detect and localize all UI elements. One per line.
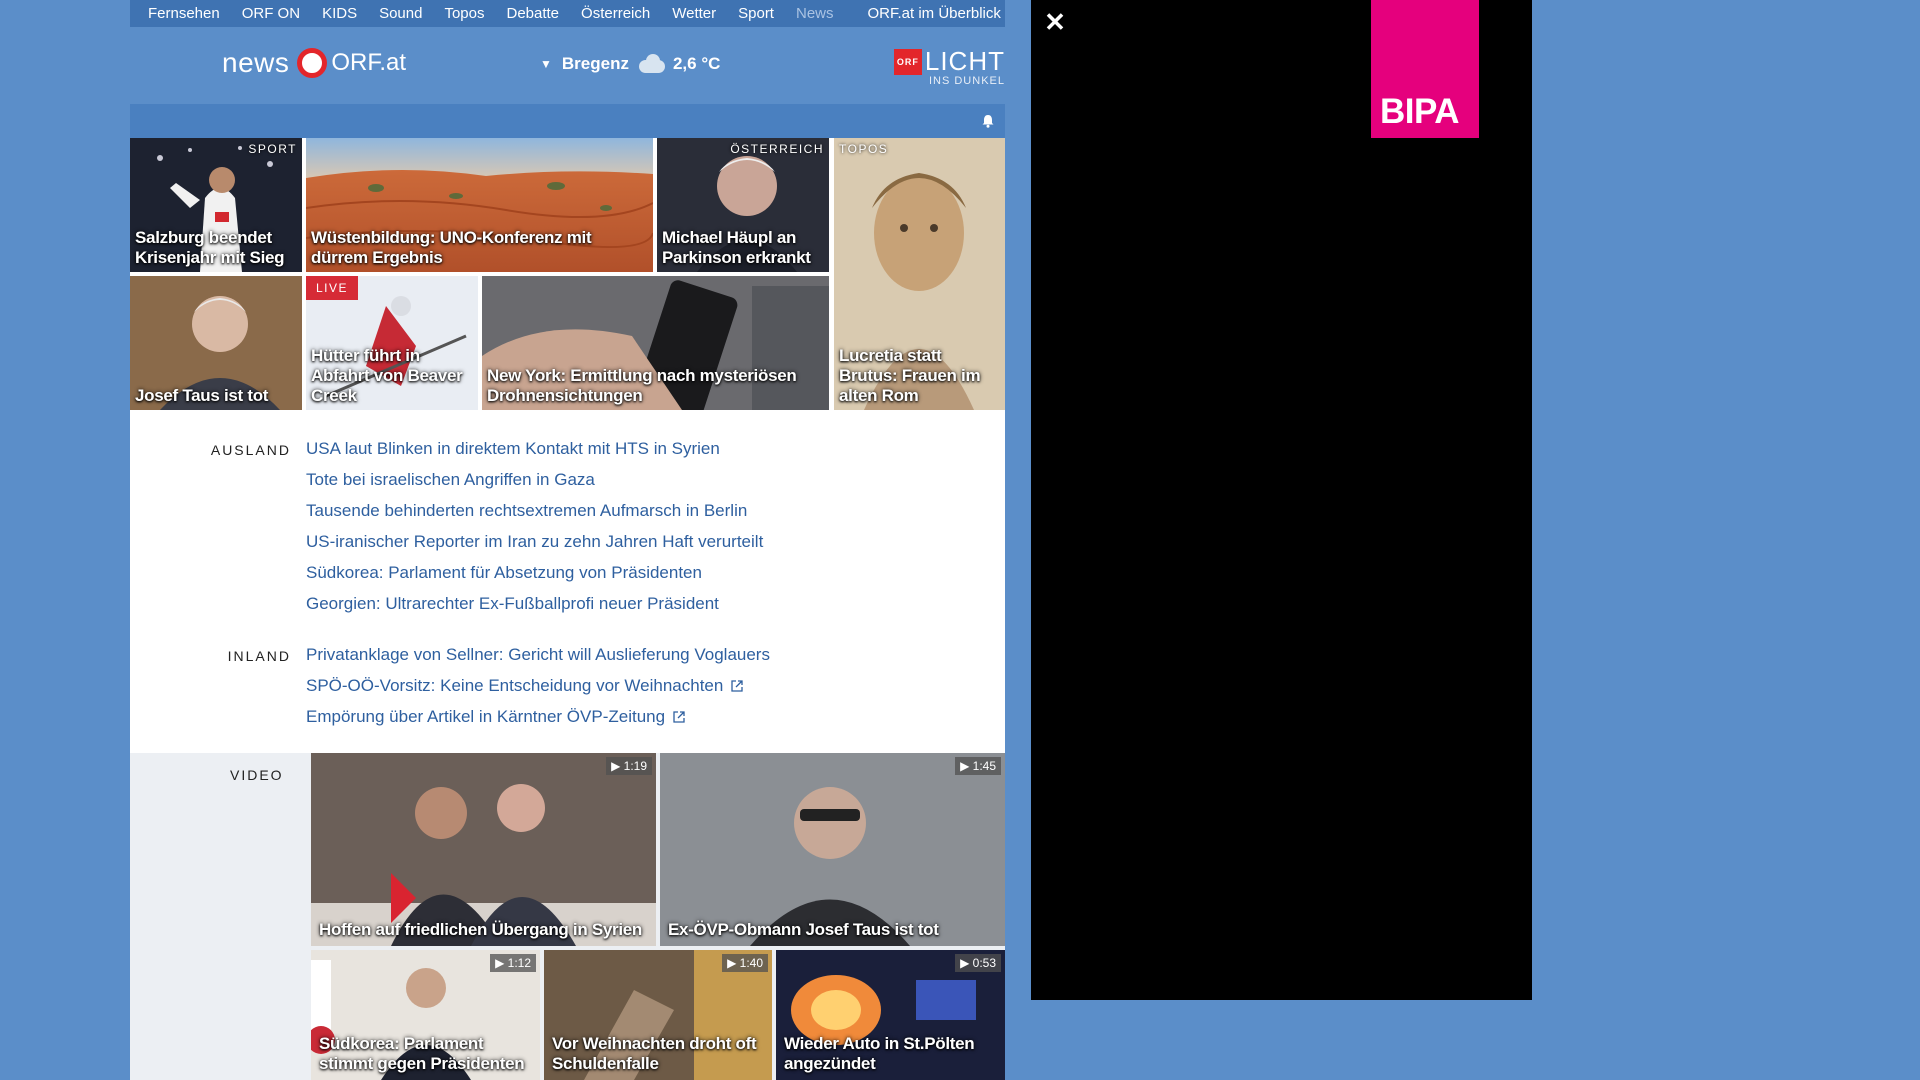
story-tile-huetter[interactable]: LIVE Hütter führt in Abfahrt von Beaver … xyxy=(306,276,478,410)
section-label-inland: INLAND xyxy=(227,648,291,664)
news-orf-logo[interactable]: news ORF.at xyxy=(222,47,406,79)
video-caption: Hoffen auf friedlichen Übergang in Syrie… xyxy=(319,920,643,939)
video-duration: ▶ 1:40 xyxy=(722,954,768,972)
logo-orf-text: ORF.at xyxy=(331,49,407,76)
story-tile-new-york[interactable]: New York: Ermittlung nach mysteriösen Dr… xyxy=(482,276,829,410)
tile-tag: TOPOS xyxy=(839,142,889,156)
tile-caption: Michael Häupl an Parkinson erkrankt xyxy=(662,228,811,267)
tile-tag: ÖSTERREICH xyxy=(730,142,824,156)
story-tile-wuestenbildung[interactable]: Wüstenbildung: UNO-Konferenz mit dürrem … xyxy=(306,138,653,272)
news-link[interactable]: Tote bei israelischen Angriffen in Gaza xyxy=(306,464,763,495)
nav-sound[interactable]: Sound xyxy=(379,5,422,22)
news-link-external[interactable]: SPÖ-OÖ-Vorsitz: Keine Entscheidung vor W… xyxy=(306,670,770,701)
bell-icon[interactable] xyxy=(981,114,995,128)
nav-wetter[interactable]: Wetter xyxy=(672,5,716,22)
story-tile-taus[interactable]: Josef Taus ist tot xyxy=(130,276,302,410)
news-link[interactable]: Tausende behinderten rechtsextremen Aufm… xyxy=(306,495,763,526)
tile-caption: Hütter führt in Abfahrt von Beaver Creek xyxy=(311,346,463,405)
video-tile[interactable]: ▶ 1:40 Vor Weihnachten droht oft Schulde… xyxy=(544,950,772,1080)
licht-orf-badge: ORF xyxy=(893,49,922,75)
video-duration: ▶ 1:19 xyxy=(606,757,652,775)
inland-news-list: Privatanklage von Sellner: Gericht will … xyxy=(306,639,770,732)
top-navigation: Fernsehen ORF ON KIDS Sound Topos Debatt… xyxy=(130,0,1005,27)
tile-caption: New York: Ermittlung nach mysteriösen Dr… xyxy=(487,366,797,405)
weather-location: Bregenz xyxy=(561,54,629,73)
story-tile-haeupl[interactable]: ÖSTERREICH Michael Häupl an Parkinson er… xyxy=(657,138,829,272)
tile-caption: Lucretia statt Brutus: Frauen im alten R… xyxy=(839,346,981,405)
ausland-news-list: USA laut Blinken in direktem Kontakt mit… xyxy=(306,433,763,619)
main-content: SPORT Salzburg beendet Krisenjahr mit Si… xyxy=(130,138,1005,1080)
tile-caption: Josef Taus ist tot xyxy=(135,386,269,405)
video-duration: ▶ 0:53 xyxy=(955,954,1001,972)
dropdown-triangle-icon: ▼ xyxy=(540,57,552,71)
external-link-icon xyxy=(673,711,685,723)
video-caption: Vor Weihnachten droht oft Schuldenfalle xyxy=(552,1034,757,1073)
notification-bar xyxy=(130,104,1005,138)
video-tile[interactable]: ▶ 0:53 Wieder Auto in St.Pölten angezünd… xyxy=(776,950,1005,1080)
orf-eye-icon xyxy=(297,48,328,78)
video-caption: Ex-ÖVP-Obmann Josef Taus ist tot xyxy=(668,920,939,939)
ad-overlay[interactable]: ✕ BIPA xyxy=(1031,0,1532,1000)
bipa-logo[interactable]: BIPA xyxy=(1371,0,1479,138)
licht-ins-dunkel-logo[interactable]: ORF LICHT INS DUNKEL xyxy=(893,48,1005,87)
news-link[interactable]: US-iranischer Reporter im Iran zu zehn J… xyxy=(306,526,763,557)
news-link[interactable]: Georgien: Ultrarechter Ex-Fußballprofi n… xyxy=(306,588,763,619)
news-link-external[interactable]: Empörung über Artikel in Kärntner ÖVP-Ze… xyxy=(306,701,770,732)
story-tile-salzburg[interactable]: SPORT Salzburg beendet Krisenjahr mit Si… xyxy=(130,138,302,272)
section-label-video: VIDEO xyxy=(230,767,284,783)
nav-oesterreich[interactable]: Österreich xyxy=(581,5,650,22)
nav-sport[interactable]: Sport xyxy=(738,5,774,22)
licht-title: ORF LICHT xyxy=(893,48,1005,75)
story-tile-lucretia[interactable]: TOPOS Lucretia statt Brutus: Frauen im a… xyxy=(834,138,1005,410)
nav-fernsehen[interactable]: Fernsehen xyxy=(148,5,220,22)
nav-topos[interactable]: Topos xyxy=(444,5,484,22)
video-tile[interactable]: ▶ 1:12 Südkorea: Parlament stimmt gegen … xyxy=(311,950,540,1080)
news-link[interactable]: Privatanklage von Sellner: Gericht will … xyxy=(306,639,770,670)
tile-caption: Salzburg beendet Krisenjahr mit Sieg xyxy=(135,228,285,267)
nav-overview[interactable]: ORF.at im Überblick xyxy=(868,5,1001,22)
live-badge: LIVE xyxy=(306,276,359,300)
tile-tag: SPORT xyxy=(248,142,297,156)
bipa-brand-text: BIPA xyxy=(1380,92,1460,131)
weather-widget[interactable]: ▼ Bregenz 2,6 °C xyxy=(540,54,720,74)
news-link[interactable]: Südkorea: Parlament für Absetzung von Pr… xyxy=(306,557,763,588)
licht-subtitle: INS DUNKEL xyxy=(928,75,1005,87)
video-thumbnail xyxy=(311,753,656,946)
close-icon[interactable]: ✕ xyxy=(1041,8,1069,36)
cloud-icon xyxy=(637,54,667,74)
video-section: VIDEO ▶ 1:19 Hoffen auf friedlichen Über… xyxy=(130,753,1005,1080)
weather-temperature: 2,6 °C xyxy=(672,54,721,73)
nav-orf-on[interactable]: ORF ON xyxy=(242,5,300,22)
video-caption: Wieder Auto in St.Pölten angezündet xyxy=(784,1034,975,1073)
nav-debatte[interactable]: Debatte xyxy=(506,5,559,22)
video-duration: ▶ 1:12 xyxy=(490,954,536,972)
video-duration: ▶ 1:45 xyxy=(955,757,1001,775)
site-header: news ORF.at ▼ Bregenz 2,6 °C ORF LICHT IN… xyxy=(130,27,1005,104)
news-link[interactable]: USA laut Blinken in direktem Kontakt mit… xyxy=(306,433,763,464)
external-link-icon xyxy=(731,680,743,692)
video-tile[interactable]: ▶ 1:45 Ex-ÖVP-Obmann Josef Taus ist tot xyxy=(660,753,1005,946)
logo-news-text: news xyxy=(222,47,290,78)
video-tile[interactable]: ▶ 1:19 Hoffen auf friedlichen Übergang i… xyxy=(311,753,656,946)
video-caption: Südkorea: Parlament stimmt gegen Präside… xyxy=(319,1034,525,1073)
nav-kids[interactable]: KIDS xyxy=(322,5,357,22)
section-label-ausland: AUSLAND xyxy=(210,442,291,458)
nav-news[interactable]: News xyxy=(796,5,834,22)
video-thumbnail xyxy=(660,753,1005,946)
tile-caption: Wüstenbildung: UNO-Konferenz mit dürrem … xyxy=(311,228,592,267)
